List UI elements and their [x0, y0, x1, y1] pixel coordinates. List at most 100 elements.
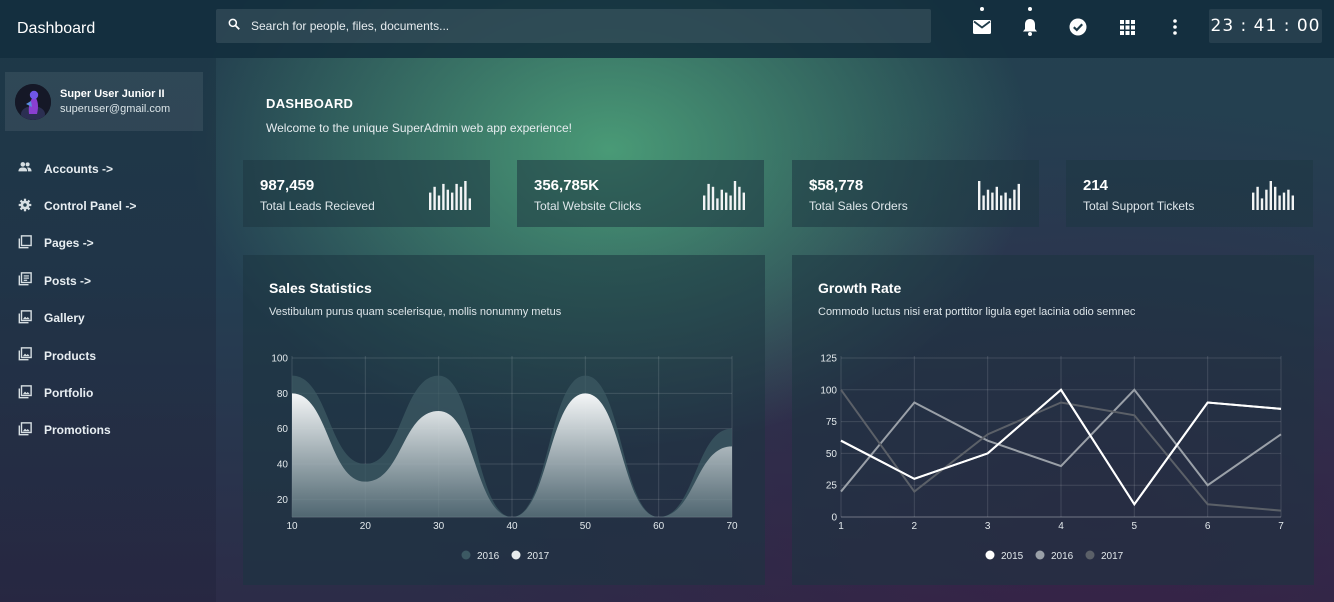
legend-label: 2015 — [1001, 551, 1024, 562]
sidebar-item-label: Portfolio — [44, 386, 94, 401]
stat-label: Total Support Tickets — [1083, 199, 1195, 213]
sparkline-bar — [1256, 186, 1259, 210]
x-tick-label: 4 — [1058, 521, 1064, 532]
y-tick-label: 40 — [277, 460, 289, 471]
x-tick-label: 50 — [580, 521, 592, 532]
stat-card-orders[interactable]: $58,778 Total Sales Orders — [792, 160, 1039, 227]
stat-card-clicks[interactable]: 356,785K Total Website Clicks — [517, 160, 764, 227]
x-tick-label: 1 — [838, 521, 844, 532]
stat-value: 214 — [1083, 177, 1109, 194]
sparkline-bar — [733, 181, 737, 210]
avatar — [15, 83, 51, 120]
legend-marker — [461, 550, 471, 560]
people-icon — [18, 160, 44, 177]
sparkline-orders — [978, 181, 1020, 210]
y-tick-label: 20 — [277, 495, 289, 506]
x-tick-label: 60 — [653, 521, 665, 532]
sparkline-bar — [1013, 189, 1016, 210]
sidebar-item-label: Posts -> — [44, 273, 92, 288]
sparkline-bar — [455, 183, 458, 210]
search-input[interactable] — [251, 19, 851, 33]
user-name: Super User Junior II — [60, 88, 165, 100]
sparkline-bar — [738, 186, 741, 210]
sidebar-item-gallery[interactable]: Gallery — [0, 300, 216, 337]
legend-marker — [1035, 550, 1045, 560]
sparkline-bar — [1274, 186, 1277, 210]
sparkline-bar — [1008, 198, 1012, 210]
x-tick-label: 30 — [433, 521, 445, 532]
sparkline-bar — [1000, 195, 1003, 210]
sidebar-item-portfolio[interactable]: Portfolio — [0, 374, 216, 411]
sidebar-item-posts[interactable]: Posts -> — [0, 262, 216, 299]
sidebar: Super User Junior II superuser@gmail.com… — [0, 58, 216, 602]
mail-notification-dot — [980, 7, 984, 11]
stat-card-tickets[interactable]: 214 Total Support Tickets — [1066, 160, 1313, 227]
growth-rate-chart: 0 25 50 75 100 125 1 2 3 4 5 6 7 2015 2016 2017 — [820, 354, 1284, 563]
sidebar-item-products[interactable]: Products — [0, 337, 216, 374]
sparkline-bar — [711, 186, 715, 210]
legend-label: 2017 — [527, 551, 550, 562]
sparkline-bar — [1260, 198, 1264, 210]
page-subtitle: Welcome to the unique SuperAdmin web app… — [266, 121, 572, 135]
legend-label: 2016 — [477, 551, 500, 562]
gear-icon — [18, 198, 44, 215]
legend-label: 2016 — [1051, 551, 1074, 562]
stat-label: Total Sales Orders — [809, 199, 908, 213]
y-tick-label: 25 — [826, 481, 838, 492]
pages-icon — [18, 235, 44, 252]
products-icon — [18, 347, 44, 364]
sparkline-leads — [429, 181, 471, 210]
sparkline-bar — [986, 189, 990, 210]
search-icon — [227, 17, 241, 36]
sparkline-bar — [459, 186, 463, 210]
stat-card-leads[interactable]: 987,459 Total Leads Recieved — [243, 160, 490, 227]
sparkline-bar — [707, 183, 710, 210]
legend-label: 2017 — [1101, 551, 1124, 562]
more-vert-icon[interactable] — [1165, 17, 1185, 37]
sparkline-bar — [1265, 189, 1268, 210]
sparkline-bar — [429, 192, 432, 210]
sparkline-bar — [703, 195, 706, 210]
x-tick-label: 20 — [360, 521, 372, 532]
panel-title: Growth Rate — [818, 280, 902, 296]
x-tick-label: 6 — [1205, 521, 1211, 532]
sparkline-bar — [720, 189, 723, 210]
sidebar-item-pages[interactable]: Pages -> — [0, 225, 216, 262]
check-circle-icon[interactable] — [1068, 17, 1088, 37]
x-tick-label: 40 — [506, 521, 518, 532]
sparkline-bar — [1278, 195, 1281, 210]
user-card[interactable]: Super User Junior II superuser@gmail.com — [5, 72, 203, 131]
sparkline-bar — [729, 195, 732, 210]
sparkline-bar — [446, 189, 449, 210]
gallery-icon — [18, 309, 44, 327]
stat-value: 987,459 — [260, 177, 315, 194]
sales-statistics-chart: 20 40 60 80 100 10 20 30 40 50 60 70 2016 2017 — [271, 354, 738, 563]
sparkline-bar — [442, 183, 445, 210]
y-tick-label: 125 — [820, 354, 837, 365]
x-tick-label: 10 — [286, 521, 298, 532]
panel-title: Sales Statistics — [269, 280, 372, 296]
sidebar-item-label: Promotions — [44, 423, 111, 438]
x-tick-label: 3 — [985, 521, 991, 532]
sidebar-item-accounts[interactable]: Accounts -> — [0, 150, 216, 187]
app-title: Dashboard — [17, 20, 96, 37]
stat-value: 356,785K — [534, 177, 600, 194]
stat-label: Total Leads Recieved — [260, 199, 375, 213]
sidebar-item-label: Pages -> — [44, 236, 94, 251]
sparkline-clicks — [703, 181, 745, 210]
y-tick-label: 0 — [831, 513, 837, 524]
sparkline-bar — [1004, 192, 1007, 210]
sparkline-bar — [978, 181, 981, 210]
sidebar-item-control-panel[interactable]: Control Panel -> — [0, 187, 216, 224]
apps-grid-icon[interactable] — [1117, 17, 1137, 37]
panel-subtitle: Vestibulum purus quam scelerisque, molli… — [269, 306, 562, 318]
y-tick-label: 75 — [826, 417, 838, 428]
sidebar-nav: Accounts -> Control Panel -> Pages -> Po… — [0, 150, 216, 449]
x-tick-label: 5 — [1132, 521, 1138, 532]
mail-icon[interactable] — [972, 7, 992, 37]
sparkline-bar — [1287, 189, 1290, 210]
legend-marker — [511, 550, 521, 560]
bell-icon[interactable] — [1020, 7, 1040, 37]
search-bar[interactable] — [216, 9, 931, 43]
sidebar-item-promotions[interactable]: Promotions — [0, 412, 216, 449]
